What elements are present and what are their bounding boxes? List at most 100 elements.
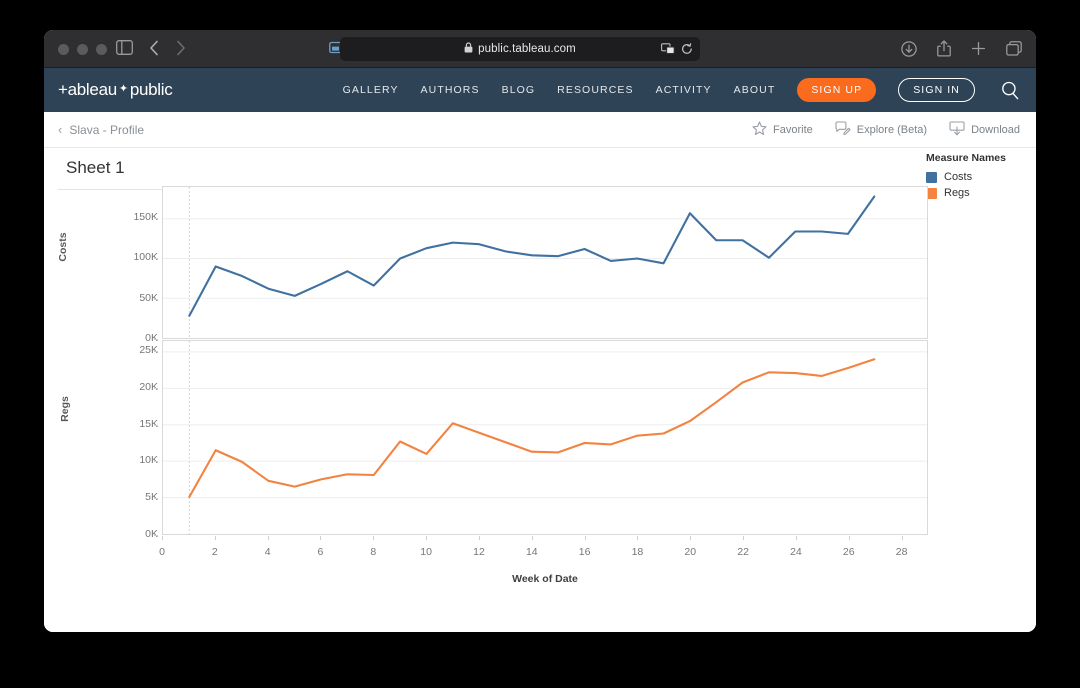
x-tick-label: 8 [358,546,388,558]
viz-actions: Favorite Explore (Beta) Download [752,121,1020,139]
chart-panel-regs[interactable] [162,340,928,535]
legend-item-regs[interactable]: Regs [926,187,1036,199]
legend-item-costs[interactable]: Costs [926,171,1036,183]
sidebar-toggle-icon[interactable] [116,40,133,60]
search-icon[interactable] [1001,81,1020,100]
x-tick-label: 4 [253,546,283,558]
measure-names-legend: Measure Names Costs Regs [926,152,1036,203]
tab-overview-icon[interactable] [1006,41,1022,61]
y-tick-mark [154,425,158,426]
x-tick-label: 2 [200,546,230,558]
tableau-top-nav: +ableau✦public GALLERY AUTHORS BLOG RESO… [44,68,1036,112]
download-label: Download [971,124,1020,136]
favorite-button[interactable]: Favorite [752,121,813,139]
tableau-public-logo[interactable]: +ableau✦public [58,80,172,100]
window-controls[interactable] [58,44,107,55]
nav-links: GALLERY AUTHORS BLOG RESOURCES ACTIVITY … [343,78,1020,102]
nav-item-blog[interactable]: BLOG [502,84,536,96]
x-tick-label: 20 [675,546,705,558]
explore-beta-label: Explore (Beta) [857,124,927,136]
x-tick-mark [215,536,216,540]
x-tick-mark [532,536,533,540]
explore-pencil-icon [835,121,851,139]
chart-panel-costs[interactable] [162,186,928,339]
favorite-label: Favorite [773,124,813,136]
explore-beta-button[interactable]: Explore (Beta) [835,121,927,139]
y-tick-label: 50K [108,292,158,304]
x-tick-mark [162,536,163,540]
x-tick-mark [849,536,850,540]
plus-icon[interactable] [971,41,986,61]
viz-subbar: ‹ Slava - Profile Favorite Explore (Beta… [44,112,1036,148]
minimize-button[interactable] [77,44,88,55]
y-tick-label: 100K [108,251,158,263]
logo-sparkle-icon: ✦ [118,82,129,95]
nav-item-gallery[interactable]: GALLERY [343,84,399,96]
x-tick-label: 28 [887,546,917,558]
address-bar-actions[interactable] [661,42,693,60]
x-tick-mark [743,536,744,540]
x-tick-label: 18 [622,546,652,558]
sign-up-button[interactable]: SIGN UP [797,78,876,102]
y-tick-label: 25K [108,344,158,356]
x-tick-label: 22 [728,546,758,558]
x-tick-mark [902,536,903,540]
x-tick-mark [690,536,691,540]
y-tick-mark [154,498,158,499]
y-tick-mark [154,258,158,259]
y-tick-label: 10K [108,454,158,466]
x-tick-label: 14 [517,546,547,558]
forward-arrow-icon[interactable] [176,40,186,61]
y-tick-mark [154,299,158,300]
costs-line-chart [163,187,927,338]
y-tick-mark [154,388,158,389]
browser-window: public.tableau.com [44,30,1036,632]
nav-item-authors[interactable]: AUTHORS [421,84,480,96]
x-tick-label: 0 [147,546,177,558]
nav-item-activity[interactable]: ACTIVITY [656,84,712,96]
url-text: public.tableau.com [478,43,576,55]
maximize-button[interactable] [96,44,107,55]
y-tick-label: 5K [108,491,158,503]
breadcrumb-label: Slava - Profile [69,123,144,137]
back-arrow-icon[interactable] [149,40,159,61]
x-tick-mark [373,536,374,540]
nav-item-resources[interactable]: RESOURCES [557,84,633,96]
y-tick-label: 15K [108,418,158,430]
y-axis-title-costs: Costs [57,217,69,277]
translate-icon[interactable] [661,42,675,60]
x-tick-mark [426,536,427,540]
x-axis-title: Week of Date [162,573,928,585]
x-tick-label: 12 [464,546,494,558]
nav-item-about[interactable]: ABOUT [734,84,776,96]
y-tick-mark [154,218,158,219]
download-icon[interactable] [901,41,917,62]
legend-label-costs: Costs [944,171,972,183]
desktop-background: public.tableau.com [0,0,1080,688]
x-tick-label: 6 [305,546,335,558]
download-button[interactable]: Download [949,121,1020,139]
chrome-toolbar-right[interactable] [901,40,1022,62]
y-axis-title-regs: Regs [59,379,71,439]
breadcrumb[interactable]: ‹ Slava - Profile [58,123,144,137]
legend-swatch-costs [926,172,937,183]
logo-suffix: public [130,80,173,100]
y-tick-label: 20K [108,381,158,393]
x-tick-mark [796,536,797,540]
regs-line-chart [163,341,927,534]
back-chevron-icon[interactable]: ‹ [58,123,62,136]
x-tick-mark [637,536,638,540]
x-tick-label: 26 [834,546,864,558]
y-tick-label: 150K [108,211,158,223]
reload-icon[interactable] [681,42,693,60]
sheet-title: Sheet 1 [66,158,125,178]
address-bar[interactable]: public.tableau.com [340,37,700,61]
browser-chrome: public.tableau.com [44,30,1036,68]
close-button[interactable] [58,44,69,55]
sign-in-button[interactable]: SIGN IN [898,78,975,102]
x-tick-mark [479,536,480,540]
series-line[interactable] [189,359,874,497]
lock-icon [464,40,473,58]
share-icon[interactable] [937,40,951,62]
star-icon [752,121,767,139]
